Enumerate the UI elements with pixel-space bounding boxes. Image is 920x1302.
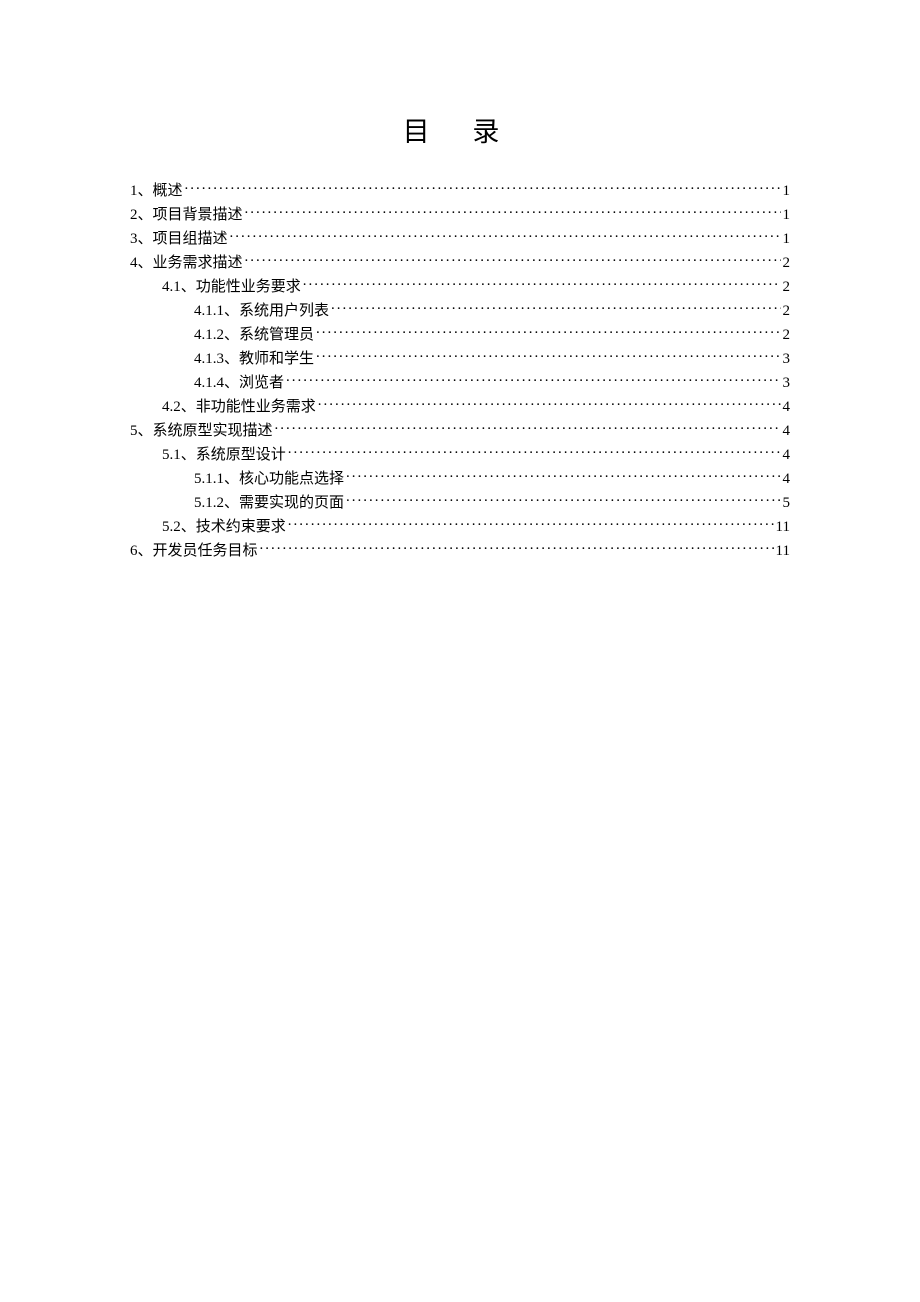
toc-entry: 5.1.1、核心功能点选择 4: [194, 467, 790, 491]
toc-entry: 5、系统原型实现描述 4: [130, 419, 790, 443]
toc-entry-page: 4: [783, 467, 791, 491]
toc-list: 1、概述12、项目背景描述13、项目组描述14、业务需求描述24.1、功能性业务…: [130, 179, 790, 563]
toc-entry-page: 2: [783, 323, 791, 347]
toc-entry: 4.1.2、系统管理员 2: [194, 323, 790, 347]
toc-dots: [185, 180, 781, 195]
toc-dots: [288, 444, 781, 459]
toc-dots: [316, 324, 780, 339]
toc-entry: 1、概述 1: [130, 179, 790, 203]
toc-entry: 4.1.3、教师和学生 3: [194, 347, 790, 371]
toc-entry-label: 3、项目组描述: [130, 227, 228, 251]
toc-dots: [288, 516, 774, 531]
toc-entry-label: 4、业务需求描述: [130, 251, 243, 275]
toc-entry-label: 5.1.2、需要实现的页面: [194, 491, 344, 515]
toc-entry-page: 3: [783, 371, 791, 395]
toc-entry: 4.1.1、系统用户列表 2: [194, 299, 790, 323]
toc-entry: 4.2、非功能性业务需求 4: [162, 395, 790, 419]
toc-dots: [245, 252, 781, 267]
toc-entry: 2、项目背景描述 1: [130, 203, 790, 227]
toc-entry-label: 4.1.2、系统管理员: [194, 323, 314, 347]
toc-entry-label: 4.1.4、浏览者: [194, 371, 284, 395]
toc-entry-label: 4.1.1、系统用户列表: [194, 299, 329, 323]
toc-dots: [245, 204, 781, 219]
toc-entry-page: 11: [776, 539, 790, 563]
toc-dots: [275, 420, 781, 435]
toc-dots: [316, 348, 780, 363]
toc-dots: [303, 276, 781, 291]
toc-entry: 6、开发员任务目标 11: [130, 539, 790, 563]
toc-entry-label: 5.2、技术约束要求: [162, 515, 286, 539]
toc-entry: 5.1、系统原型设计 4: [162, 443, 790, 467]
toc-entry-label: 5.1.1、核心功能点选择: [194, 467, 344, 491]
toc-entry: 4.1、功能性业务要求 2: [162, 275, 790, 299]
toc-entry-page: 11: [776, 515, 790, 539]
toc-entry-page: 2: [783, 275, 791, 299]
toc-entry: 3、项目组描述 1: [130, 227, 790, 251]
toc-dots: [346, 492, 780, 507]
toc-entry-label: 1、概述: [130, 179, 183, 203]
toc-entry-page: 1: [783, 179, 791, 203]
toc-entry: 5.2、技术约束要求 11: [162, 515, 790, 539]
toc-entry-label: 4.1、功能性业务要求: [162, 275, 301, 299]
toc-entry: 4、业务需求描述 2: [130, 251, 790, 275]
toc-dots: [286, 372, 780, 387]
toc-entry-page: 1: [783, 227, 791, 251]
toc-entry-page: 4: [783, 395, 791, 419]
toc-entry-label: 5、系统原型实现描述: [130, 419, 273, 443]
toc-entry-label: 6、开发员任务目标: [130, 539, 258, 563]
toc-dots: [230, 228, 781, 243]
page-title: 目 录: [130, 110, 790, 149]
toc-entry-page: 1: [783, 203, 791, 227]
toc-dots: [346, 468, 780, 483]
toc-entry-label: 4.2、非功能性业务需求: [162, 395, 316, 419]
toc-dots: [331, 300, 780, 315]
toc-entry-page: 2: [783, 251, 791, 275]
toc-entry-page: 5: [783, 491, 791, 515]
toc-entry-page: 4: [783, 419, 791, 443]
toc-entry: 5.1.2、需要实现的页面 5: [194, 491, 790, 515]
toc-entry-label: 4.1.3、教师和学生: [194, 347, 314, 371]
toc-dots: [318, 396, 781, 411]
toc-entry-label: 2、项目背景描述: [130, 203, 243, 227]
toc-dots: [260, 540, 774, 555]
toc-entry-page: 2: [783, 299, 791, 323]
toc-entry-page: 3: [783, 347, 791, 371]
toc-entry: 4.1.4、浏览者 3: [194, 371, 790, 395]
toc-entry-label: 5.1、系统原型设计: [162, 443, 286, 467]
toc-entry-page: 4: [783, 443, 791, 467]
